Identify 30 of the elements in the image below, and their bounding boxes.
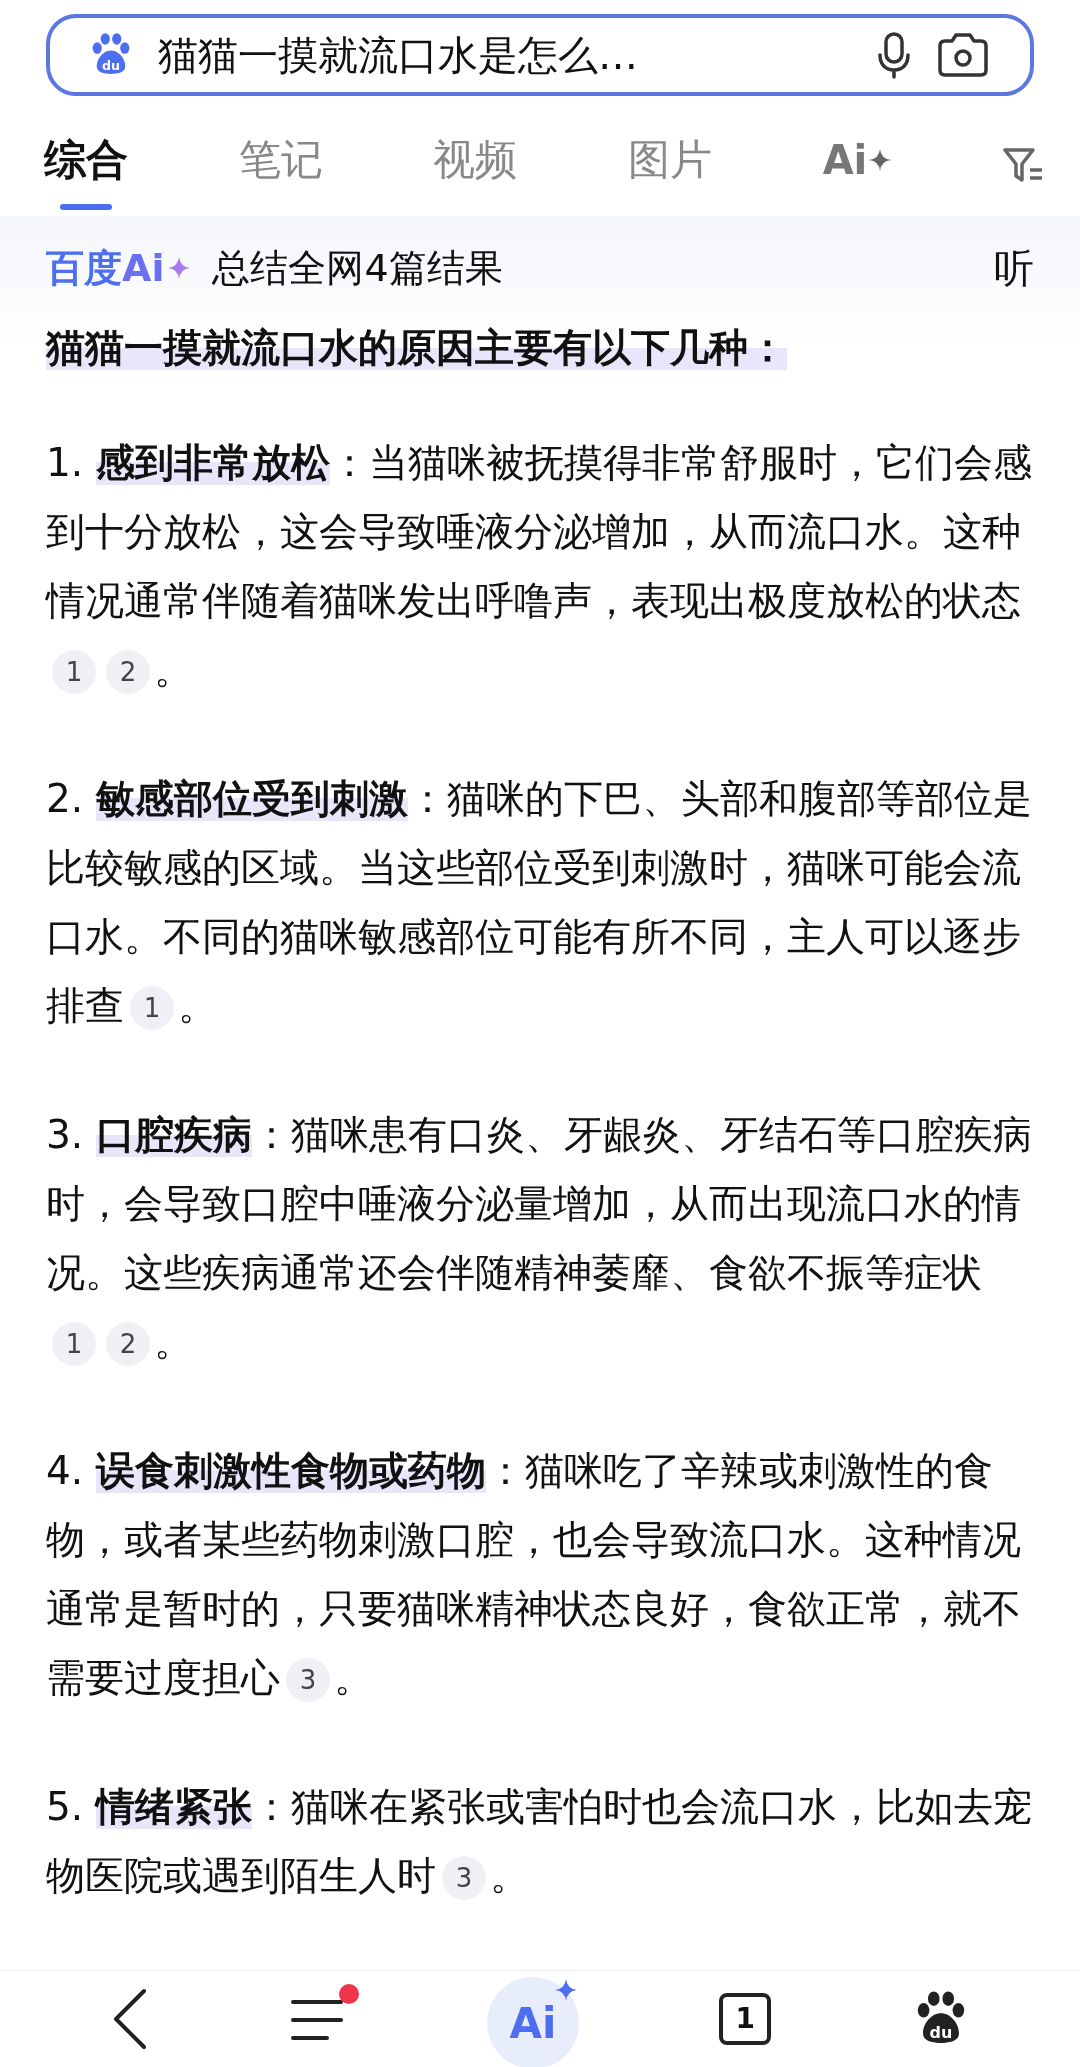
microphone-icon[interactable] [876,31,912,79]
tab[interactable]: 笔记 [238,116,323,216]
summary-label: 总结全网4篇结果 [212,244,504,292]
camera-icon[interactable] [936,32,990,78]
answer-paragraph: 5. 情绪紧张：猫咪在紧张或害怕时也会流口水，比如去宠物医院或遇到陌生人时 3 。 [46,1783,1033,1902]
citation-badge[interactable]: 2 [106,1322,150,1366]
sparkle-icon [168,257,191,279]
listen-button[interactable]: 听 [994,240,1034,296]
sparkle-icon [554,1979,577,2001]
tab[interactable]: 综合 [44,116,128,216]
citation-badge[interactable]: 3 [442,1856,486,1900]
answer-paragraph: 2. 敏感部位受到刺激：猫咪的下巴、头部和腹部等部位是比较敏感的区域。当这些部位受到刺激时，猫咪可能会流口水。不同的猫咪敏感部位可能有所不同，主人可以逐步排查 1 。 [46,775,1033,1032]
answer-paragraph: 1. 感到非常放松：当猫咪被抚摸得非常舒服时，它们会感到十分放松，这会导致唾液分泌增加，从而流口水。这种情况通常伴随着猫咪发出呼噜声，表现出极度放松的状态 1 2 。 [46,439,1033,696]
citation-badge[interactable]: 3 [286,1658,330,1702]
search-bar[interactable]: du 猫猫一摸就流口水是怎么… [46,14,1034,96]
answer-paragraph: 4. 误食刺激性食物或药物：猫咪吃了辛辣或刺激性的食物，或者某些药物刺激口腔，也会导致流口水。这种情况通常是暂时的，只要猫咪精神状态良好，食欲正常，就不需要过度担心 3 。 [46,1447,1022,1704]
sparkle-icon [869,149,892,171]
search-query[interactable]: 猫猫一摸就流口水是怎么… [158,27,852,83]
tab[interactable]: 图片 [627,116,712,216]
tab[interactable]: 视频 [433,116,518,216]
intro-text: 猫猫一摸就流口水的原因主要有以下几种： [46,324,788,372]
tab-count-button[interactable]: 1 [719,1993,772,2045]
citation-badge[interactable]: 2 [106,650,150,694]
answer-paragraph: 3. 口腔疾病：猫咪患有口炎、牙龈炎、牙结石等口腔疾病时，会导致口腔中唾液分泌量增加，从而出现流口水的情况。这些疾病通常还会伴随精神萎靡、食欲不振等症状 1 2 。 [46,1111,1033,1368]
tab[interactable]: Ai [822,121,892,211]
citation-badge[interactable]: 1 [52,650,96,694]
citation-badge[interactable]: 1 [52,1322,96,1366]
brand-logo: 百度Ai [46,244,165,292]
ai-button[interactable]: Ai [486,1977,579,2067]
citation-badge[interactable]: 1 [130,986,174,1030]
